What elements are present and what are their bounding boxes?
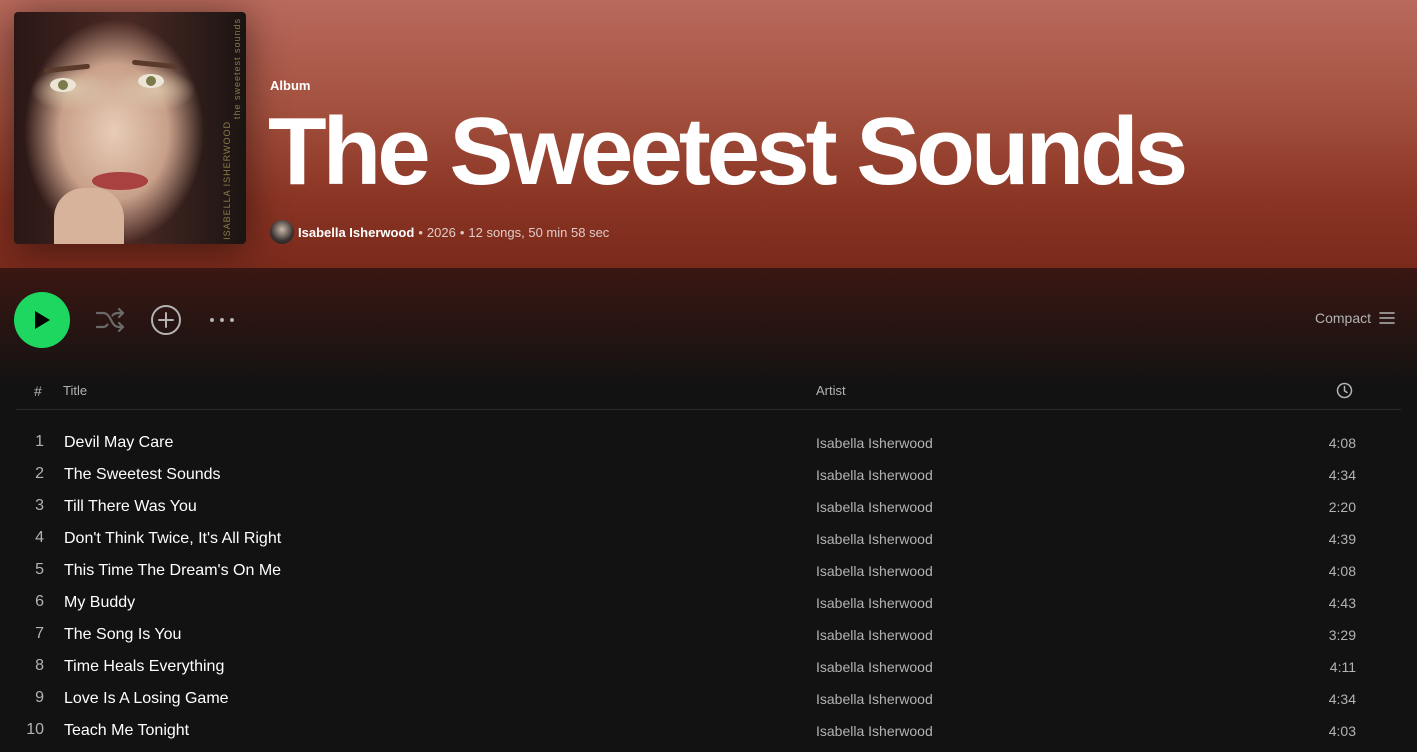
tracklist: 1 Devil May Care Isabella Isherwood 4:08… bbox=[0, 427, 1417, 747]
album-type-label: Album bbox=[270, 78, 311, 93]
track-title[interactable]: Don't Think Twice, It's All Right bbox=[64, 530, 281, 548]
track-row[interactable]: 9 Love Is A Losing Game Isabella Isherwo… bbox=[0, 683, 1417, 715]
track-artist[interactable]: Isabella Isherwood bbox=[816, 659, 933, 675]
clock-icon bbox=[1336, 382, 1353, 399]
shuffle-button[interactable] bbox=[92, 302, 128, 338]
add-to-library-button[interactable] bbox=[148, 302, 184, 338]
artist-link[interactable]: Isabella Isherwood bbox=[298, 225, 414, 240]
track-duration: 4:43 bbox=[1328, 595, 1356, 611]
track-duration: 4:34 bbox=[1328, 691, 1356, 707]
view-mode-button[interactable]: Compact bbox=[1315, 310, 1395, 326]
track-number: 10 bbox=[26, 721, 44, 738]
track-row[interactable]: 7 The Song Is You Isabella Isherwood 3:2… bbox=[0, 619, 1417, 651]
play-icon bbox=[35, 311, 50, 329]
cover-hand bbox=[54, 188, 124, 244]
track-title[interactable]: Teach Me Tonight bbox=[64, 722, 189, 740]
column-header-title: Title bbox=[63, 383, 88, 398]
track-title[interactable]: Till There Was You bbox=[64, 498, 197, 516]
track-duration: 4:34 bbox=[1328, 467, 1356, 483]
track-number: 9 bbox=[35, 689, 44, 706]
track-row[interactable]: 10 Teach Me Tonight Isabella Isherwood 4… bbox=[0, 715, 1417, 747]
cover-brow-left bbox=[43, 63, 91, 74]
track-row[interactable]: 5 This Time The Dream's On Me Isabella I… bbox=[0, 555, 1417, 587]
column-header-artist: Artist bbox=[816, 383, 846, 398]
track-row[interactable]: 1 Devil May Care Isabella Isherwood 4:08 bbox=[0, 427, 1417, 459]
album-meta: Isabella Isherwood • 2026 • 12 songs, 50… bbox=[270, 220, 609, 244]
track-title[interactable]: My Buddy bbox=[64, 594, 135, 612]
track-title[interactable]: This Time The Dream's On Me bbox=[64, 562, 281, 580]
track-artist[interactable]: Isabella Isherwood bbox=[816, 499, 933, 515]
track-row[interactable]: 3 Till There Was You Isabella Isherwood … bbox=[0, 491, 1417, 523]
track-number: 3 bbox=[35, 497, 44, 514]
cover-brow-right bbox=[131, 59, 179, 70]
track-number: 4 bbox=[35, 529, 44, 546]
track-duration: 4:03 bbox=[1328, 723, 1356, 739]
track-artist[interactable]: Isabella Isherwood bbox=[816, 627, 933, 643]
track-number: 5 bbox=[35, 561, 44, 578]
track-row[interactable]: 6 My Buddy Isabella Isherwood 4:43 bbox=[0, 587, 1417, 619]
more-options-button[interactable] bbox=[204, 302, 240, 338]
cover-spine-title: the sweetest sounds bbox=[232, 18, 242, 120]
track-row[interactable]: 2 The Sweetest Sounds Isabella Isherwood… bbox=[0, 459, 1417, 491]
more-options-icon bbox=[210, 318, 234, 322]
track-number: 8 bbox=[35, 657, 44, 674]
play-button[interactable] bbox=[14, 292, 70, 348]
track-duration: 2:20 bbox=[1328, 499, 1356, 515]
shuffle-icon bbox=[95, 307, 125, 333]
cover-spine-text: the sweetest sounds ISABELLA ISHERWOOD bbox=[222, 18, 242, 240]
artist-avatar[interactable] bbox=[270, 220, 294, 244]
track-number: 2 bbox=[35, 465, 44, 482]
track-number: 1 bbox=[35, 433, 44, 450]
track-duration: 4:08 bbox=[1328, 435, 1356, 451]
track-artist[interactable]: Isabella Isherwood bbox=[816, 723, 933, 739]
column-header-number: # bbox=[34, 383, 42, 399]
track-artist[interactable]: Isabella Isherwood bbox=[816, 691, 933, 707]
track-title[interactable]: The Song Is You bbox=[64, 626, 181, 644]
column-header-duration bbox=[1336, 382, 1353, 402]
track-artist[interactable]: Isabella Isherwood bbox=[816, 467, 933, 483]
track-number: 7 bbox=[35, 625, 44, 642]
meta-separator: • bbox=[459, 224, 465, 240]
album-summary: 12 songs, 50 min 58 sec bbox=[468, 224, 610, 240]
tracklist-header: # Title Artist bbox=[16, 376, 1401, 410]
track-title[interactable]: Devil May Care bbox=[64, 434, 173, 452]
track-duration: 3:29 bbox=[1328, 627, 1356, 643]
track-title[interactable]: Time Heals Everything bbox=[64, 658, 224, 676]
track-duration: 4:11 bbox=[1329, 659, 1356, 675]
track-artist[interactable]: Isabella Isherwood bbox=[816, 563, 933, 579]
add-circle-icon bbox=[151, 305, 181, 335]
track-number: 6 bbox=[35, 593, 44, 610]
list-icon bbox=[1379, 312, 1395, 324]
meta-separator: • bbox=[418, 224, 423, 240]
track-artist[interactable]: Isabella Isherwood bbox=[816, 435, 933, 451]
track-title[interactable]: Love Is A Losing Game bbox=[64, 690, 229, 708]
track-duration: 4:39 bbox=[1328, 531, 1356, 547]
cover-spine-artist: ISABELLA ISHERWOOD bbox=[222, 121, 232, 240]
track-artist[interactable]: Isabella Isherwood bbox=[816, 595, 933, 611]
track-duration: 4:08 bbox=[1328, 563, 1356, 579]
view-mode-label: Compact bbox=[1314, 310, 1371, 326]
cover-eye-right bbox=[138, 74, 164, 88]
track-row[interactable]: 4 Don't Think Twice, It's All Right Isab… bbox=[0, 523, 1417, 555]
album-cover: the sweetest sounds ISABELLA ISHERWOOD bbox=[14, 12, 246, 244]
track-row[interactable]: 8 Time Heals Everything Isabella Isherwo… bbox=[0, 651, 1417, 683]
album-title: The Sweetest Sounds bbox=[268, 98, 1188, 205]
cover-lips bbox=[92, 172, 148, 190]
cover-eye-left bbox=[50, 78, 76, 92]
track-title[interactable]: The Sweetest Sounds bbox=[64, 466, 221, 484]
album-year: 2026 bbox=[426, 224, 456, 240]
track-artist[interactable]: Isabella Isherwood bbox=[816, 531, 933, 547]
